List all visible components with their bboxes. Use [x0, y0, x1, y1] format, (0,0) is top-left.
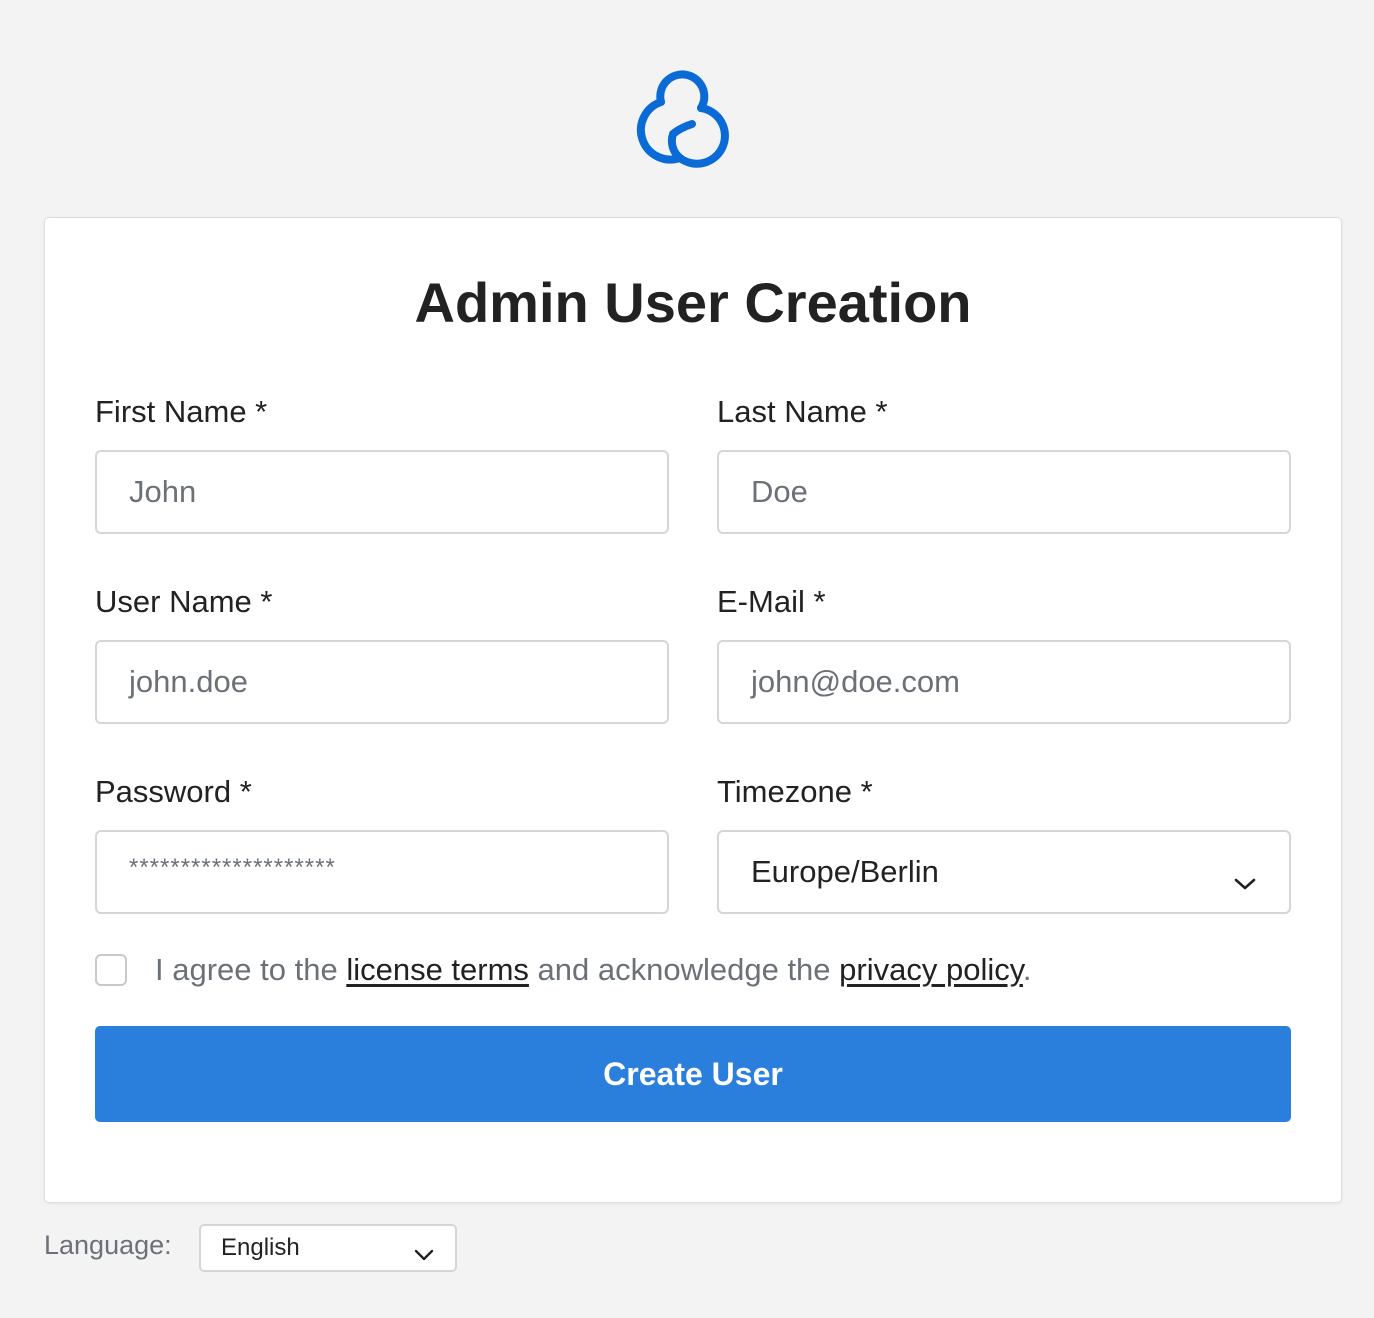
agreement-text-after: .	[1022, 952, 1032, 987]
language-label: Language:	[44, 1230, 172, 1260]
password-value: ********************	[129, 854, 336, 881]
timezone-select[interactable]: Europe/Berlin	[717, 830, 1291, 914]
page-title: Admin User Creation	[414, 271, 972, 334]
last-name-placeholder: Doe	[751, 474, 808, 509]
language-value: English	[221, 1234, 300, 1261]
user-name-placeholder: john.doe	[129, 664, 248, 699]
password-label: Password *	[95, 774, 252, 809]
create-user-button[interactable]: Create User	[95, 1026, 1291, 1122]
timezone-value: Europe/Berlin	[751, 854, 939, 889]
email-placeholder: john@doe.com	[751, 664, 960, 699]
agreement-row: I agree to the license terms and acknowl…	[95, 952, 1032, 988]
cloud-logo-icon	[616, 58, 746, 176]
agree-checkbox[interactable]	[95, 954, 127, 986]
last-name-input[interactable]: Doe	[717, 450, 1291, 534]
first-name-placeholder: John	[129, 474, 197, 509]
agreement-text-middle: and acknowledge the	[528, 952, 840, 987]
agreement-text-before: I agree to the	[155, 952, 347, 987]
timezone-label: Timezone *	[717, 774, 873, 809]
first-name-input[interactable]: John	[95, 450, 669, 534]
last-name-label: Last Name *	[717, 394, 888, 429]
user-name-input[interactable]: john.doe	[95, 640, 669, 724]
license-terms-link[interactable]: license terms	[346, 952, 529, 987]
privacy-policy-link[interactable]: privacy policy	[839, 952, 1023, 987]
language-select[interactable]: English	[199, 1224, 457, 1272]
user-name-label: User Name *	[95, 584, 273, 619]
email-label: E-Mail *	[717, 584, 826, 619]
chevron-down-icon	[1233, 864, 1257, 890]
email-input[interactable]: john@doe.com	[717, 640, 1291, 724]
password-input[interactable]: ********************	[95, 830, 669, 914]
agreement-text: I agree to the license terms and acknowl…	[155, 952, 1032, 988]
admin-user-form-card: Admin User Creation First Name * John La…	[44, 217, 1342, 1203]
first-name-label: First Name *	[95, 394, 268, 429]
chevron-down-icon	[413, 1241, 435, 1261]
